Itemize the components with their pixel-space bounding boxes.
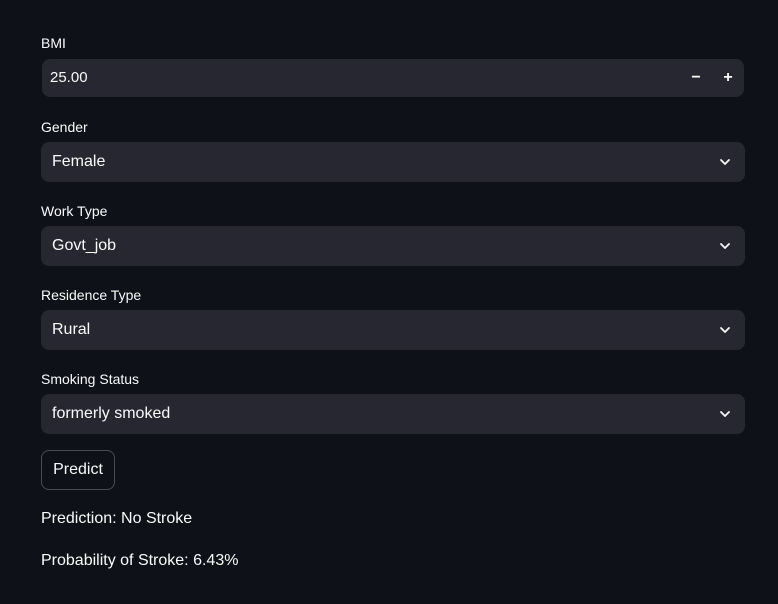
bmi-value[interactable]: 25.00 [50,59,88,97]
chevron-down-icon [720,243,730,249]
residence-type-selected-value: Rural [52,321,91,338]
probability-result: Probability of Stroke: 6.43% [41,552,239,569]
bmi-label: BMI [41,35,66,51]
bmi-decrement-button[interactable]: − [680,59,712,97]
residence-type-label: Residence Type [41,287,142,303]
smoking-status-selected-value: formerly smoked [52,405,171,422]
chevron-down-icon [720,411,730,417]
chevron-down-icon [720,327,730,333]
bmi-number-input[interactable]: 25.00 − + [42,59,744,97]
smoking-status-select[interactable]: formerly smoked [41,394,745,434]
gender-select[interactable]: Female [41,142,745,182]
smoking-status-label: Smoking Status [41,371,140,387]
residence-type-select[interactable]: Rural [41,310,745,350]
gender-selected-value: Female [52,153,106,170]
work-type-selected-value: Govt_job [52,237,117,254]
predict-button[interactable]: Predict [41,450,115,490]
chevron-down-icon [720,159,730,165]
work-type-label: Work Type [41,203,108,219]
bmi-increment-button[interactable]: + [712,59,744,97]
gender-label: Gender [41,119,88,135]
prediction-result: Prediction: No Stroke [41,510,193,527]
work-type-select[interactable]: Govt_job [41,226,745,266]
